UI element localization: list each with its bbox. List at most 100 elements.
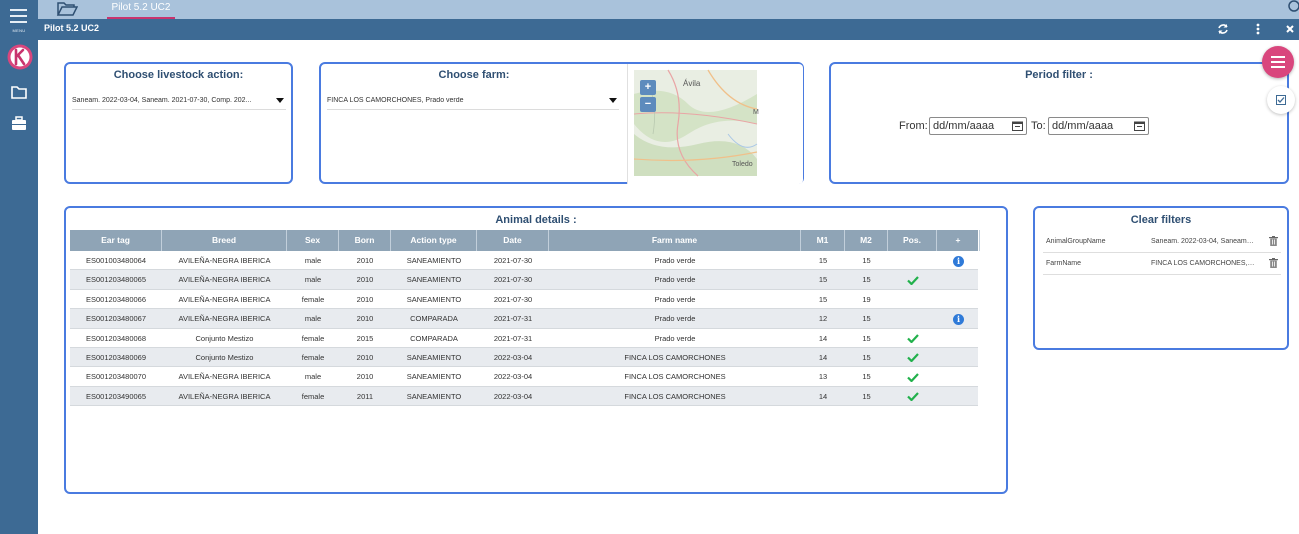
animal-details-panel: Animal details : Ear tag Breed Sex Born … bbox=[64, 206, 1008, 494]
table-row[interactable]: ES001203490065 AVILEÑA-NEGRA IBERICA femal… bbox=[70, 386, 978, 407]
cell-m1: 15 bbox=[818, 275, 828, 285]
table-row[interactable]: ES001203480066 AVILEÑA-NEGRA IBERICA femal… bbox=[70, 290, 980, 310]
table-row[interactable]: ES001203480065 AVILEÑA-NEGRA IBERICA male 2… bbox=[70, 270, 980, 290]
cell-sex: male bbox=[304, 372, 322, 382]
more-vert-icon[interactable] bbox=[1251, 22, 1265, 36]
date-range: From: dd/mm/aaaa To: dd/mm/aaaa bbox=[831, 116, 1287, 136]
col-breed[interactable]: Breed bbox=[162, 230, 287, 251]
trash-icon[interactable] bbox=[1269, 236, 1278, 246]
col-action-type[interactable]: Action type bbox=[391, 230, 477, 251]
cell-pos bbox=[888, 251, 937, 270]
cell-expand bbox=[937, 290, 980, 309]
briefcase-icon[interactable] bbox=[9, 114, 29, 132]
period-filter-panel: Period filter : From: dd/mm/aaaa To: dd/… bbox=[829, 62, 1289, 184]
col-ear-tag[interactable]: Ear tag bbox=[70, 230, 162, 251]
table-row[interactable]: ES001203480069 Conjunto Mestizo female 2010… bbox=[70, 347, 978, 368]
cell-m1: 15 bbox=[818, 294, 828, 304]
list-icon bbox=[1271, 56, 1285, 58]
filter-row-animal-group: AnimalGroupName Saneam. 2022-03-04, Sane… bbox=[1043, 231, 1281, 253]
farm-value: FINCA LOS CAMORCHONES, Prado verde bbox=[327, 97, 464, 104]
table-row[interactable]: ES001203480067 AVILEÑA-NEGRA IBERICA male 2… bbox=[70, 309, 980, 329]
cell-born: 2010 bbox=[356, 275, 374, 285]
map-label-m: M bbox=[753, 109, 759, 116]
choose-farm-panel: Choose farm: FINCA LOS CAMORCHONES, Prad… bbox=[319, 62, 804, 184]
col-born[interactable]: Born bbox=[339, 230, 391, 251]
cell-farm-name: FINCA LOS CAMORCHONES bbox=[624, 372, 726, 382]
cell-expand bbox=[937, 270, 980, 289]
cell-action-type: SANEAMIENTO bbox=[406, 372, 462, 382]
clear-filters-title: Clear filters bbox=[1130, 214, 1192, 226]
cell-action-type: SANEAMIENTO bbox=[406, 256, 462, 265]
menu-icon-bar bbox=[10, 15, 27, 17]
calendar-icon[interactable] bbox=[1134, 121, 1145, 131]
cell-ear-tag: ES001203490065 bbox=[85, 391, 147, 401]
table-row[interactable]: ES001203480070 AVILEÑA-NEGRA IBERICA male 2… bbox=[70, 367, 978, 387]
cell-pos bbox=[888, 329, 937, 348]
animal-details-title: Animal details : bbox=[495, 214, 577, 226]
cell-m2: 15 bbox=[862, 333, 871, 343]
info-icon[interactable]: i bbox=[953, 313, 964, 325]
col-date[interactable]: Date bbox=[477, 230, 549, 251]
cell-sex: male bbox=[304, 256, 322, 265]
cell-date: 2022-03-04 bbox=[493, 352, 533, 362]
cell-pos bbox=[888, 309, 937, 328]
farm-map[interactable]: Ávila Toledo M + − bbox=[627, 64, 803, 184]
cell-born: 2015 bbox=[356, 333, 374, 343]
to-date-input[interactable]: dd/mm/aaaa bbox=[1048, 117, 1149, 135]
folder-icon[interactable] bbox=[9, 83, 29, 101]
farm-select[interactable]: FINCA LOS CAMORCHONES, Prado verde bbox=[327, 92, 619, 110]
cell-farm-name: Prado verde bbox=[654, 256, 696, 265]
cell-ear-tag: ES001203480065 bbox=[85, 275, 147, 285]
livestock-action-select[interactable]: Saneam. 2022-03-04, Saneam. 2021-07-30, … bbox=[72, 92, 286, 110]
open-folder-icon[interactable] bbox=[56, 1, 78, 17]
table-row[interactable]: ES001203480068 Conjunto Mestizo female 2015… bbox=[70, 329, 978, 348]
calendar-icon[interactable] bbox=[1012, 121, 1023, 131]
clear-filters-panel: Clear filters AnimalGroupName Saneam. 20… bbox=[1033, 206, 1289, 350]
from-date-input[interactable]: dd/mm/aaaa bbox=[929, 117, 1027, 135]
cell-m1: 14 bbox=[818, 333, 828, 343]
col-pos[interactable]: Pos. bbox=[888, 230, 937, 251]
col-farm-name[interactable]: Farm name bbox=[549, 230, 801, 251]
circle-icon[interactable] bbox=[1285, 0, 1299, 14]
to-date-value: dd/mm/aaaa bbox=[1052, 120, 1114, 132]
cell-farm-name: Prado verde bbox=[654, 294, 696, 304]
cell-ear-tag: ES001003480064 bbox=[85, 256, 147, 265]
cell-date: 2022-03-04 bbox=[493, 391, 533, 401]
table-row[interactable]: ES001003480064 AVILEÑA-NEGRA IBERICA male 2… bbox=[70, 251, 978, 271]
col-m2[interactable]: M2 bbox=[845, 230, 888, 251]
k-logo[interactable] bbox=[7, 44, 33, 70]
check-icon bbox=[906, 353, 919, 363]
check-icon bbox=[906, 373, 919, 382]
cell-date: 2021-07-30 bbox=[493, 256, 533, 265]
trash-icon[interactable] bbox=[1269, 258, 1278, 268]
cell-expand: i bbox=[937, 309, 980, 328]
cell-action-type: SANEAMIENTO bbox=[406, 275, 462, 285]
map-label-avila: Ávila bbox=[683, 79, 701, 88]
cell-breed: AVILEÑA-NEGRA IBERICA bbox=[178, 256, 271, 265]
cell-pos bbox=[888, 270, 937, 289]
cell-farm-name: Prado verde bbox=[654, 333, 696, 343]
tab-pilot[interactable]: Pilot 5.2 UC2 bbox=[107, 0, 175, 19]
check-icon bbox=[906, 392, 919, 402]
refresh-icon[interactable] bbox=[1216, 22, 1230, 36]
zoom-out-button[interactable]: − bbox=[640, 97, 656, 112]
menu-icon-bar bbox=[10, 21, 27, 23]
close-icon[interactable] bbox=[1283, 22, 1297, 36]
floating-menu-button[interactable] bbox=[1262, 46, 1294, 78]
col-expand[interactable]: + bbox=[937, 230, 980, 251]
cell-sex: female bbox=[301, 391, 325, 401]
cell-sex: female bbox=[301, 294, 325, 304]
info-icon[interactable]: i bbox=[953, 255, 964, 267]
title-bar: Pilot 5.2 UC2 bbox=[38, 19, 1299, 40]
cell-m2: 15 bbox=[862, 372, 871, 382]
cell-farm-name: Prado verde bbox=[654, 275, 696, 285]
checklist-button[interactable] bbox=[1267, 86, 1295, 114]
col-sex[interactable]: Sex bbox=[287, 230, 339, 251]
cell-breed: AVILEÑA-NEGRA IBERICA bbox=[178, 275, 271, 285]
zoom-in-button[interactable]: + bbox=[640, 80, 656, 95]
cell-breed: AVILEÑA-NEGRA IBERICA bbox=[178, 372, 271, 382]
cell-expand bbox=[937, 329, 980, 348]
col-m1[interactable]: M1 bbox=[801, 230, 845, 251]
menu-button[interactable]: MENU bbox=[0, 6, 38, 36]
chevron-down-icon bbox=[609, 98, 617, 103]
